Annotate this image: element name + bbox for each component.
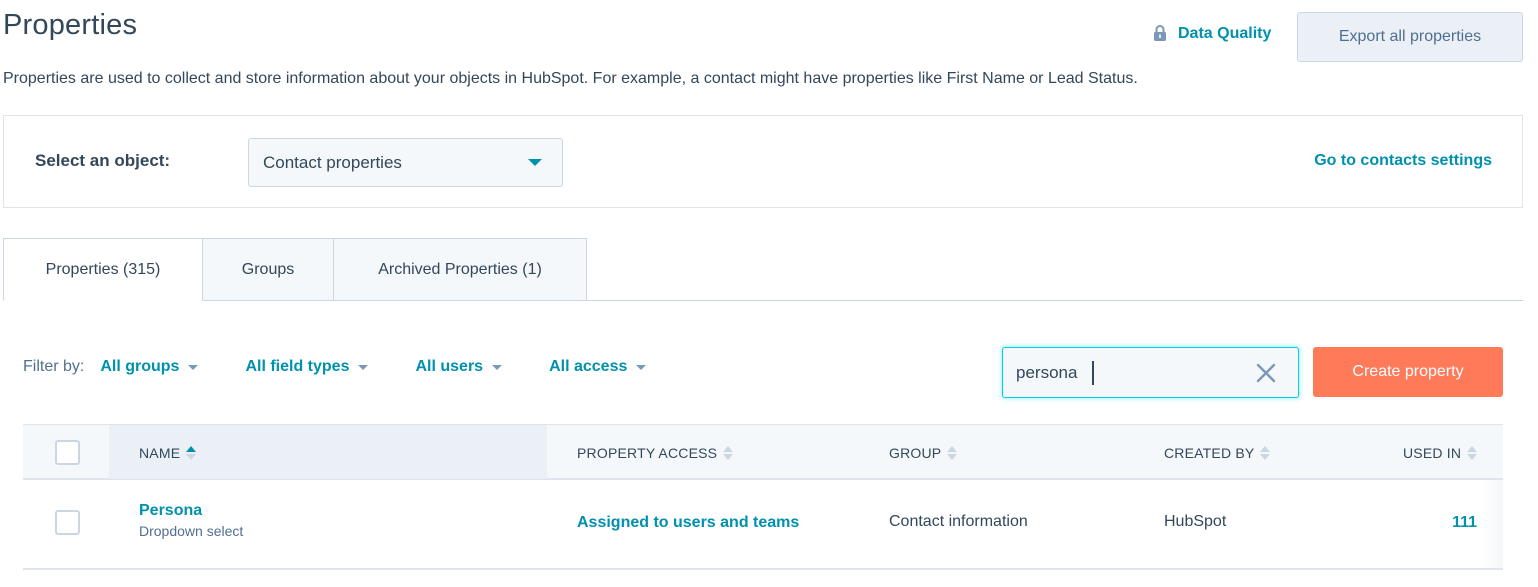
filter-field-types-label: All field types <box>245 358 350 375</box>
column-header-created-by[interactable]: CREATED BY <box>1164 445 1271 461</box>
text-cursor <box>1092 361 1094 385</box>
filter-field-types[interactable]: All field types <box>245 358 369 376</box>
object-selector-label: Select an object: <box>35 151 171 170</box>
column-header-group-label: GROUP <box>889 445 942 461</box>
column-header-name-label: NAME <box>139 445 181 461</box>
property-name-cell: Persona Dropdown select <box>139 502 243 539</box>
sort-icon <box>723 446 734 460</box>
filter-bar: Filter by: All groups All field types Al… <box>23 358 647 376</box>
column-header-name[interactable]: NAME <box>139 445 197 461</box>
create-property-button[interactable]: Create property <box>1313 347 1503 397</box>
data-quality-link[interactable]: Data Quality <box>1153 25 1271 43</box>
filter-groups-label: All groups <box>100 358 180 375</box>
property-name-link[interactable]: Persona <box>139 502 243 520</box>
data-quality-label: Data Quality <box>1178 25 1272 42</box>
sort-icon <box>947 446 958 460</box>
tab-properties[interactable]: Properties (315) <box>3 238 203 301</box>
caret-down-icon <box>188 364 199 370</box>
column-header-used-in[interactable]: USED IN <box>1403 445 1478 461</box>
property-type: Dropdown select <box>139 523 244 539</box>
sort-icon <box>1260 446 1271 460</box>
search-box <box>1002 347 1299 398</box>
filter-groups[interactable]: All groups <box>100 358 199 376</box>
row-checkbox[interactable] <box>55 510 80 535</box>
sort-icon <box>1467 446 1478 460</box>
tabs: Properties (315) Groups Archived Propert… <box>3 238 587 301</box>
property-created-by: HubSpot <box>1164 513 1227 530</box>
column-header-used-in-label: USED IN <box>1403 445 1462 461</box>
column-header-group[interactable]: GROUP <box>889 445 958 461</box>
filter-label: Filter by: <box>23 358 85 375</box>
search-input[interactable] <box>1016 360 1246 386</box>
filter-users-label: All users <box>415 358 484 375</box>
sort-ascending-icon <box>186 446 197 460</box>
property-group: Contact information <box>889 513 1028 530</box>
contacts-settings-link[interactable]: Go to contacts settings <box>1314 152 1492 170</box>
property-used-in-link[interactable]: 111 <box>1452 514 1477 532</box>
caret-down-icon <box>636 364 647 370</box>
table-header: NAME PROPERTY ACCESS GROUP CREATED BY US… <box>23 424 1503 480</box>
page-title: Properties <box>3 9 138 41</box>
object-select-value: Contact properties <box>263 152 402 172</box>
object-select-dropdown[interactable]: Contact properties <box>248 138 563 187</box>
tab-archived-properties[interactable]: Archived Properties (1) <box>334 238 587 301</box>
table-row: Persona Dropdown select Assigned to user… <box>23 480 1503 570</box>
lock-icon <box>1153 25 1169 43</box>
properties-table: NAME PROPERTY ACCESS GROUP CREATED BY US… <box>23 424 1503 570</box>
filter-access[interactable]: All access <box>549 358 647 376</box>
caret-down-icon <box>492 364 503 370</box>
page-description: Properties are used to collect and store… <box>3 70 1138 87</box>
filter-access-label: All access <box>549 358 628 375</box>
caret-down-icon <box>528 159 542 166</box>
tab-groups[interactable]: Groups <box>203 238 334 301</box>
close-icon[interactable] <box>1256 363 1276 383</box>
scroll-shadow <box>1481 480 1503 568</box>
column-header-property-access-label: PROPERTY ACCESS <box>577 445 718 461</box>
column-header-created-by-label: CREATED BY <box>1164 445 1255 461</box>
object-selector-panel: Select an object: Contact properties Go … <box>3 115 1523 208</box>
export-all-properties-button[interactable]: Export all properties <box>1297 12 1523 62</box>
filter-users[interactable]: All users <box>415 358 503 376</box>
column-header-property-access[interactable]: PROPERTY ACCESS <box>577 445 734 461</box>
property-access-link[interactable]: Assigned to users and teams <box>577 514 799 532</box>
caret-down-icon <box>358 364 369 370</box>
select-all-checkbox[interactable] <box>55 440 80 465</box>
